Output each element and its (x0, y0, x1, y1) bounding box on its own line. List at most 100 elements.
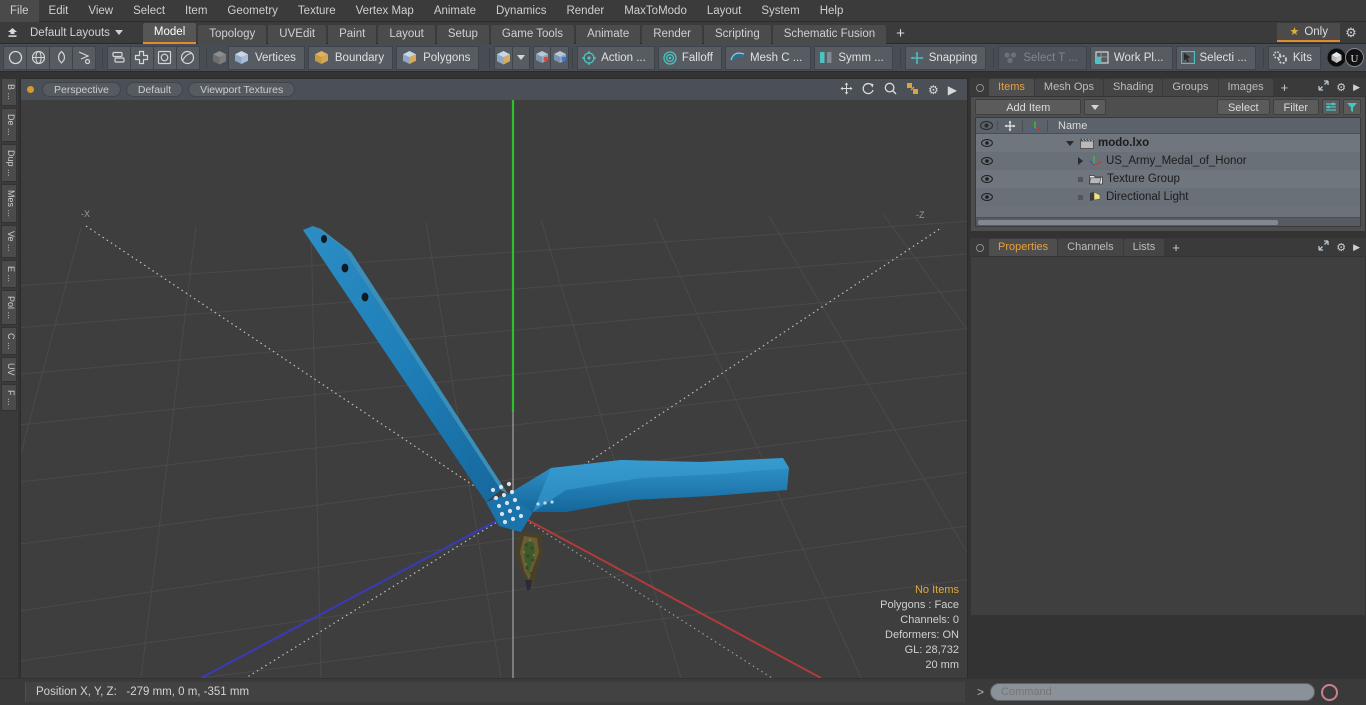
items-tab-mesh-ops[interactable]: Mesh Ops (1034, 79, 1104, 96)
items-tree[interactable]: Name modo.lxo US_Army_Medal_of_Honor Textu… (975, 117, 1361, 227)
toolbar-button-work-plane[interactable]: Work Pl... (1089, 45, 1173, 70)
left-tool-tab-1[interactable]: De ... (1, 108, 17, 142)
menu-item-vertex-map[interactable]: Vertex Map (346, 0, 424, 22)
menu-item-select[interactable]: Select (123, 0, 175, 22)
toolbar-button-action-center[interactable]: Action ... (577, 45, 655, 70)
chevron-right-icon[interactable]: ▶ (1353, 242, 1360, 253)
layout-tab-animate[interactable]: Animate (576, 24, 641, 44)
toolbar-button-symmetry[interactable]: Symm ... (814, 45, 893, 70)
funnel-icon[interactable] (1343, 99, 1361, 115)
left-tool-tab-2[interactable]: Dup ... (1, 143, 17, 183)
layout-add-tab-button[interactable]: + (888, 25, 913, 44)
toolbar-button-snapping[interactable]: Snapping (904, 45, 987, 70)
add-item-dropdown-button[interactable] (1084, 99, 1107, 115)
items-tree-row[interactable]: modo.lxo (976, 134, 1360, 152)
toolbar-button-falloff[interactable]: Falloff (657, 45, 722, 70)
layout-tab-setup[interactable]: Setup (436, 24, 489, 44)
items-add-tab-button[interactable]: + (1274, 79, 1296, 96)
layout-tab-scripting[interactable]: Scripting (703, 24, 771, 44)
snap-a-icon[interactable] (532, 45, 552, 70)
only-button[interactable]: ★ Only (1277, 23, 1340, 42)
snap-b-icon[interactable] (550, 45, 570, 70)
items-tree-row[interactable]: Directional Light (976, 188, 1360, 206)
items-tree-scrollbar[interactable] (976, 217, 1360, 226)
rotate-icon[interactable] (862, 82, 875, 97)
viewport-style-selector[interactable]: Default (125, 82, 184, 97)
pan-icon[interactable] (840, 82, 853, 97)
chevron-right-icon[interactable]: ▶ (948, 84, 957, 96)
layout-tab-uvedit[interactable]: UVEdit (268, 24, 327, 44)
left-tool-tab-9[interactable]: F ... (1, 383, 17, 412)
left-tool-tab-6[interactable]: Pol ... (1, 289, 17, 325)
layout-tab-schematic-fusion[interactable]: Schematic Fusion (772, 24, 887, 44)
cube-gray-icon[interactable] (211, 46, 229, 70)
properties-tab-lists[interactable]: Lists (1123, 239, 1165, 256)
chevron-down-icon[interactable] (1066, 140, 1074, 146)
items-tab-groups[interactable]: Groups (1163, 79, 1218, 96)
command-input[interactable] (990, 683, 1316, 701)
chevron-right-icon[interactable] (1078, 157, 1083, 165)
viewport-projection-selector[interactable]: Perspective (42, 82, 121, 97)
gear-icon[interactable]: ⚙ (928, 84, 939, 96)
select-button[interactable]: Select (1216, 99, 1270, 115)
menu-item-animate[interactable]: Animate (424, 0, 486, 22)
left-tool-tab-4[interactable]: Ve ... (1, 225, 17, 258)
left-tool-tab-7[interactable]: C ... (1, 326, 17, 356)
selection-mode-vertices[interactable]: Vertices (227, 45, 305, 70)
properties-tab-channels[interactable]: Channels (1058, 239, 1123, 256)
toolbar-button-selection-set[interactable]: Selecti ... (1175, 45, 1256, 70)
filter-button[interactable]: Filter (1272, 99, 1319, 115)
sphere-icon[interactable] (175, 45, 200, 70)
items-tab-shading[interactable]: Shading (1104, 79, 1163, 96)
panel-menu-dot-icon[interactable] (976, 244, 984, 252)
gear-icon[interactable]: ⚙ (1336, 241, 1346, 254)
menu-item-texture[interactable]: Texture (288, 0, 346, 22)
layout-tab-game-tools[interactable]: Game Tools (490, 24, 575, 44)
bevel-icon[interactable] (152, 45, 177, 70)
viewport-3d-canvas[interactable]: -X -Z No Items Polygons: Face Channels:… (21, 100, 967, 678)
menu-item-help[interactable]: Help (810, 0, 854, 22)
menu-item-edit[interactable]: Edit (39, 0, 79, 22)
home-up-icon[interactable] (0, 23, 24, 43)
chevron-right-icon[interactable]: ▶ (1353, 82, 1360, 93)
selection-mode-boundary[interactable]: Boundary (307, 45, 394, 70)
items-tab-items[interactable]: Items (989, 79, 1034, 96)
toolbar-button-mesh-constraint[interactable]: Mesh C ... (724, 45, 812, 70)
unreal-icon[interactable]: U (1345, 46, 1364, 70)
modo-cube-icon[interactable] (1327, 46, 1346, 70)
menu-item-geometry[interactable]: Geometry (217, 0, 288, 22)
globe-icon[interactable] (26, 45, 50, 70)
eye-icon[interactable] (976, 157, 998, 165)
properties-tab-properties[interactable]: Properties (989, 239, 1058, 256)
layout-tab-layout[interactable]: Layout (378, 24, 435, 44)
circle-icon[interactable] (3, 45, 27, 70)
menu-item-render[interactable]: Render (556, 0, 614, 22)
eye-icon[interactable] (976, 193, 998, 201)
items-tab-images[interactable]: Images (1218, 79, 1273, 96)
panel-menu-dot-icon[interactable] (976, 84, 984, 92)
gear-icon[interactable]: ⚙ (1340, 23, 1362, 42)
viewport-shading-selector[interactable]: Viewport Textures (188, 82, 296, 97)
mode-cube-icon[interactable] (494, 45, 514, 70)
menu-item-maxtomodo[interactable]: MaxToModo (614, 0, 697, 22)
add-item-button[interactable]: Add Item (975, 99, 1082, 115)
expand-icon[interactable] (1318, 80, 1329, 94)
menu-item-system[interactable]: System (751, 0, 809, 22)
properties-add-tab-button[interactable]: + (1165, 239, 1187, 256)
zoom-icon[interactable] (884, 82, 897, 97)
left-tool-tab-3[interactable]: Mes ... (1, 184, 17, 224)
mode-dropdown-button[interactable] (512, 45, 530, 70)
items-tree-row[interactable]: US_Army_Medal_of_Honor (976, 152, 1360, 170)
fit-icon[interactable] (906, 82, 919, 97)
curve-icon[interactable] (72, 45, 96, 70)
expand-icon[interactable] (1318, 240, 1329, 254)
eye-icon[interactable] (976, 175, 998, 183)
menu-item-view[interactable]: View (78, 0, 123, 22)
left-tool-tab-5[interactable]: E ... (1, 259, 17, 288)
layout-tab-topology[interactable]: Topology (198, 24, 267, 44)
selection-mode-polygons[interactable]: Polygons (396, 45, 480, 70)
default-layouts-dropdown[interactable]: Default Layouts (24, 23, 131, 43)
layout-tab-render[interactable]: Render (642, 24, 702, 44)
record-circle-icon[interactable] (1321, 683, 1339, 701)
list-options-icon[interactable] (1322, 99, 1340, 115)
